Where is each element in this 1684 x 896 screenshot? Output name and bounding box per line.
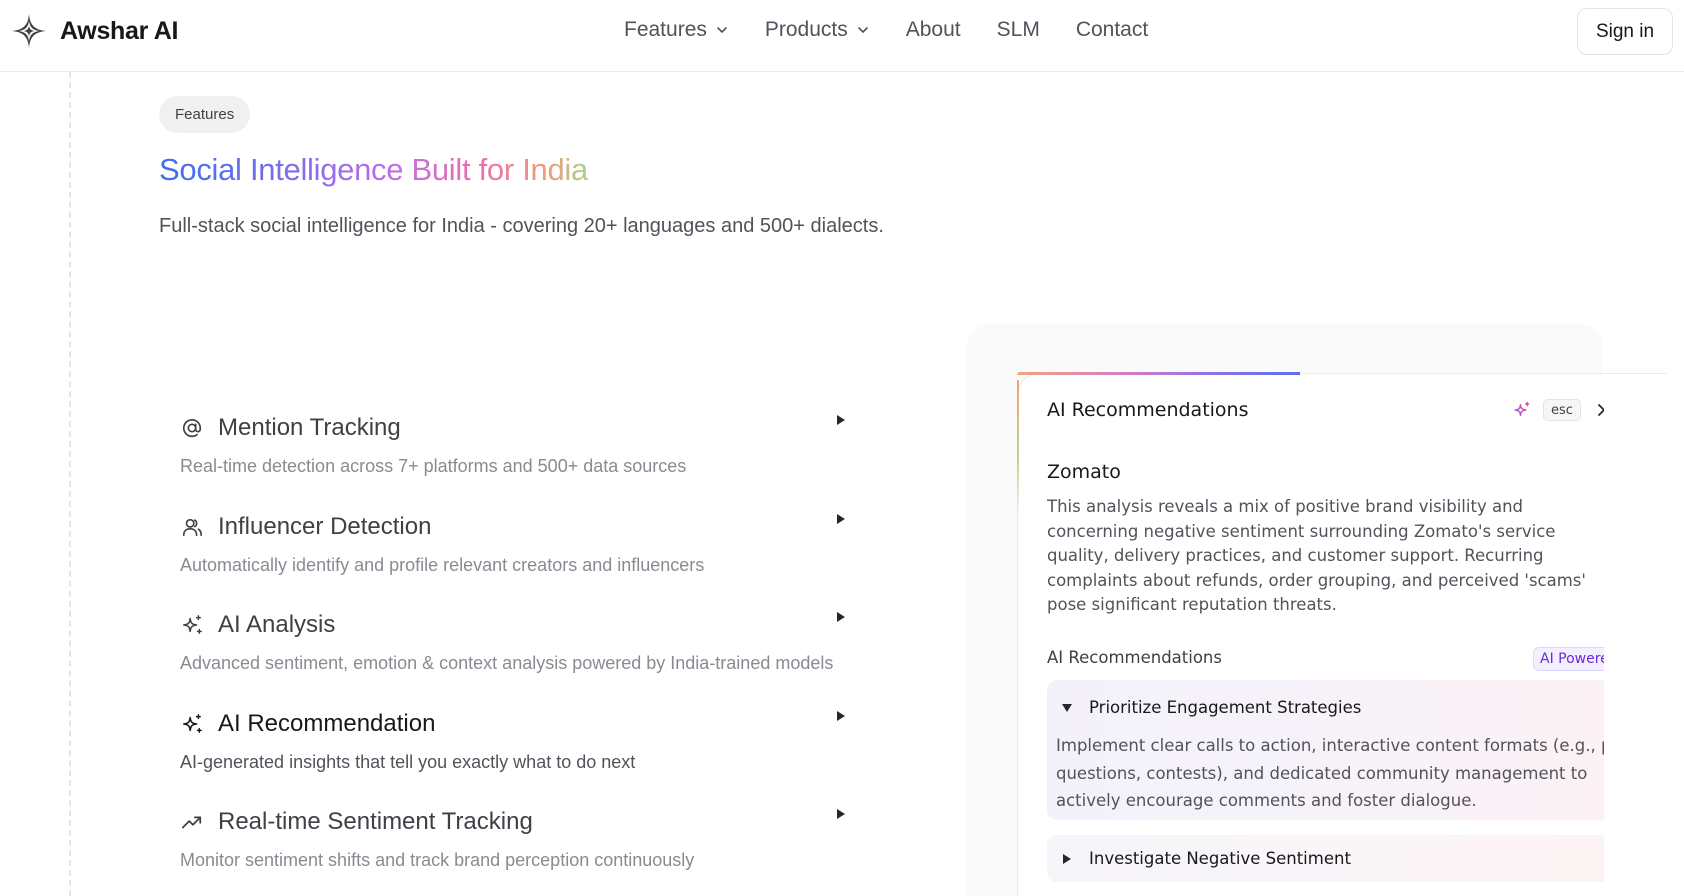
feature-item-sentiment-tracking[interactable]: Real-time Sentiment Tracking Monitor sen… (180, 808, 850, 871)
analysis-summary: This analysis reveals a mix of positive … (1047, 497, 1586, 614)
feature-item-ai-recommendation[interactable]: AI Recommendation AI-generated insights … (180, 710, 850, 773)
brand-name: Awshar AI (60, 16, 179, 45)
feature-title: Influencer Detection (218, 513, 432, 540)
recommendation-title: Investigate Negative Sentiment (1089, 849, 1351, 868)
ai-recommendations-card-content: AI Recommendations esc Zomato This analy… (1017, 373, 1604, 896)
sparkles-icon (180, 613, 204, 637)
feature-title: AI Recommendation (218, 710, 436, 737)
nav-item-label: Features (624, 18, 707, 41)
nav-item-features[interactable]: Features (624, 18, 729, 42)
nav-item-slm[interactable]: SLM (997, 18, 1040, 42)
nav-item-label: Contact (1075, 18, 1149, 41)
hero-title: Social Intelligence Built for India (159, 152, 588, 187)
chevron-down-icon (857, 27, 868, 34)
feature-title: AI Analysis (218, 611, 336, 638)
caret-down-icon (1062, 704, 1072, 712)
feature-title: Real-time Sentiment Tracking (218, 808, 533, 835)
card-title: AI Recommendations (1047, 399, 1249, 421)
users-icon (180, 515, 204, 539)
hero-subtitle: Full-stack social intelligence for India… (159, 215, 884, 237)
caret-right-icon (837, 514, 845, 524)
at-sign-icon (180, 416, 204, 440)
feature-description: AI-generated insights that tell you exac… (180, 752, 636, 772)
sparkles-icon (1514, 401, 1530, 416)
nav-item-label: Products (764, 18, 848, 41)
brand-logo-link[interactable]: Awshar AI (10, 12, 178, 50)
chevron-right-icon[interactable] (1597, 403, 1604, 417)
feature-title: Mention Tracking (218, 414, 401, 441)
trending-up-icon (180, 810, 204, 834)
main-nav: Features Products About SLM Contact (624, 18, 1148, 42)
feature-description: Advanced sentiment, emotion & context an… (180, 653, 834, 673)
caret-right-icon (1063, 854, 1071, 864)
nav-item-label: About (905, 18, 961, 41)
caret-right-icon (837, 809, 845, 819)
company-name: Zomato (1047, 461, 1121, 483)
esc-key-button[interactable]: esc (1543, 399, 1581, 421)
feature-description: Monitor sentiment shifts and track brand… (180, 850, 695, 870)
recommendation-accordion-item[interactable]: Prioritize Engagement Strategies Impleme… (1047, 680, 1604, 820)
star-logo-icon (11, 13, 47, 49)
sparkles-icon (180, 712, 204, 736)
recommendation-title: Prioritize Engagement Strategies (1089, 698, 1362, 717)
nav-item-label: SLM (996, 18, 1040, 41)
ai-powered-badge: AI Powered (1533, 647, 1604, 671)
sign-in-button[interactable]: Sign in (1577, 8, 1673, 55)
caret-right-icon (837, 415, 845, 425)
feature-description: Real-time detection across 7+ platforms … (180, 456, 687, 476)
feature-item-influencer-detection[interactable]: Influencer Detection Automatically ident… (180, 513, 850, 576)
recommendation-accordion-item[interactable]: Investigate Negative Sentiment (1047, 835, 1604, 882)
nav-item-products[interactable]: Products (765, 18, 870, 42)
caret-right-icon (837, 711, 845, 721)
section-pill: Features (159, 96, 251, 133)
feature-item-mention-tracking[interactable]: Mention Tracking Real-time detection acr… (180, 414, 850, 477)
dashed-guide-line (69, 72, 71, 896)
nav-item-contact[interactable]: Contact (1076, 18, 1148, 42)
chevron-down-icon (717, 27, 727, 34)
recommendations-label: AI Recommendations (1047, 648, 1222, 667)
recommendation-body: Implement clear calls to action, interac… (1056, 736, 1604, 810)
nav-item-about[interactable]: About (906, 18, 961, 42)
site-header: Awshar AI Features Products About SLM Co… (0, 0, 1684, 72)
caret-right-icon (837, 612, 845, 622)
feature-description: Automatically identify and profile relev… (180, 555, 705, 575)
feature-item-ai-analysis[interactable]: AI Analysis Advanced sentiment, emotion … (180, 611, 850, 674)
